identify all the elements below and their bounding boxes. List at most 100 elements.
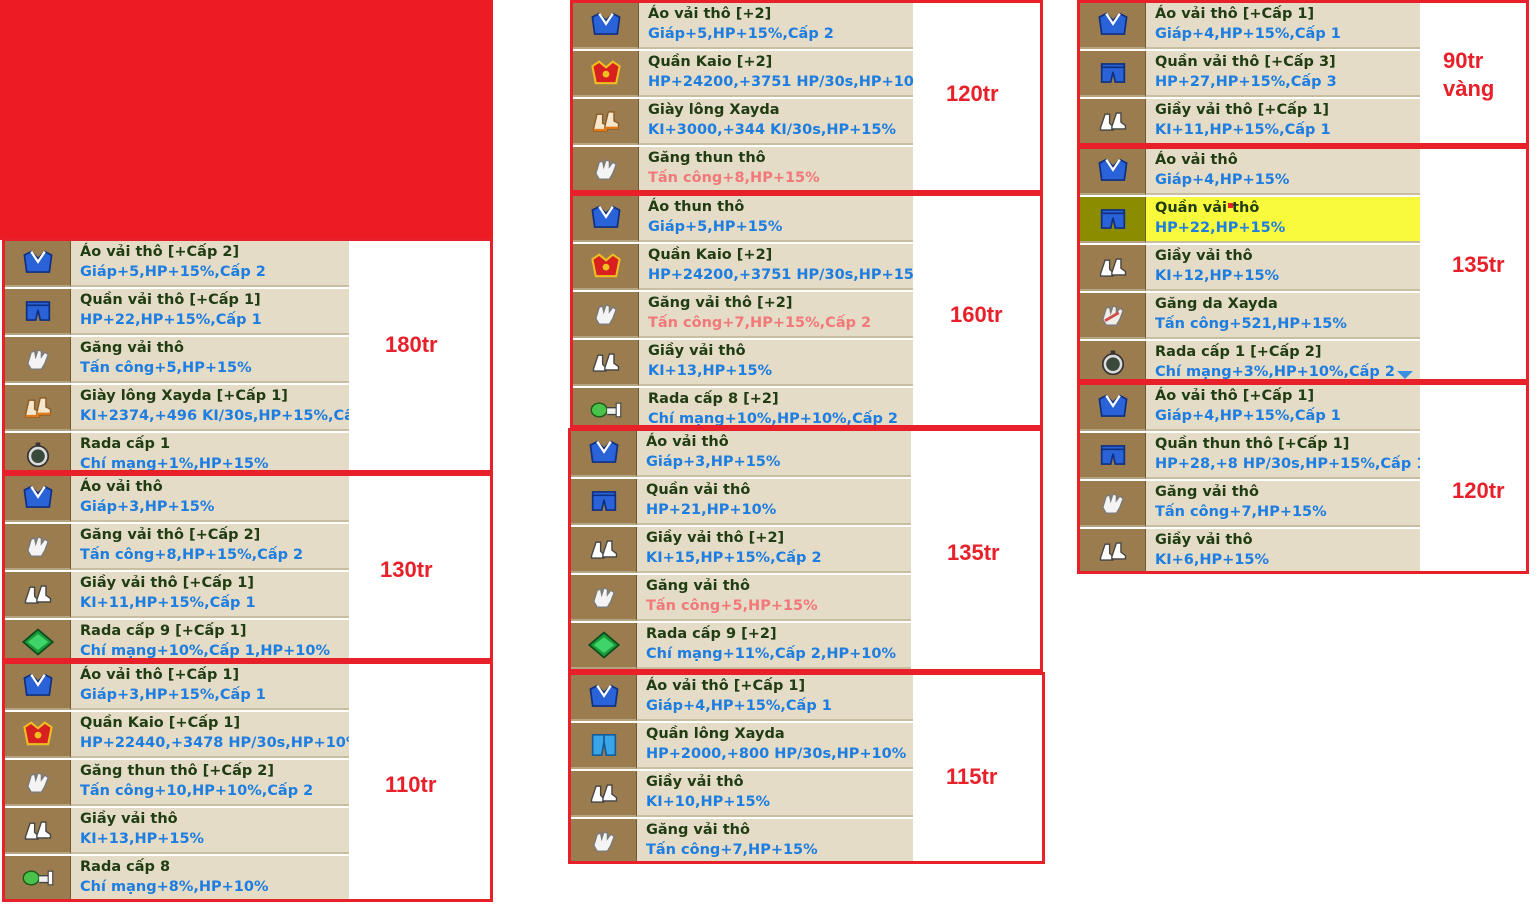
item-row[interactable]: Áo vải thô [+Cấp 1] Giáp+4,HP+15%,Cấp 1 bbox=[1080, 3, 1420, 49]
item-row[interactable]: Giầy vải thô KI+13,HP+15% bbox=[573, 340, 913, 386]
item-row[interactable]: Găng vải thô Tấn công+7,HP+15% bbox=[1080, 481, 1420, 527]
item-row[interactable]: Quần vải thô HP+21,HP+10% bbox=[571, 479, 911, 525]
item-row[interactable]: Giầy vải thô KI+10,HP+15% bbox=[571, 771, 913, 817]
item-text: Giầy vải thô [+Cấp 1] KI+11,HP+15%,Cấp 1 bbox=[1146, 99, 1420, 143]
item-text: Áo vải thô [+Cấp 1] Giáp+4,HP+15%,Cấp 1 bbox=[1146, 3, 1420, 49]
item-row[interactable]: Găng vải thô [+2] Tấn công+7,HP+15%,Cấp 2 bbox=[573, 292, 913, 338]
item-text: Áo vải thô Giáp+4,HP+15% bbox=[1146, 149, 1420, 195]
item-stats: Tấn công+7,HP+15% bbox=[1155, 504, 1327, 520]
item-row[interactable]: Quần vải thô [+Cấp 1] HP+22,HP+15%,Cấp 1 bbox=[5, 289, 349, 335]
item-row[interactable]: Quần vải thô HP+22,HP+15% bbox=[1080, 197, 1420, 243]
price-label: 160tr bbox=[950, 301, 1003, 329]
item-text: Quần Kaio [+Cấp 1] HP+22440,+3478 HP/30s,… bbox=[71, 712, 349, 758]
shirt-icon bbox=[571, 431, 637, 477]
item-row[interactable]: Quần Kaio [+2] HP+24200,+3751 HP/30s,HP+1… bbox=[573, 244, 913, 290]
item-row[interactable]: Áo vải thô [+Cấp 1] Giáp+4,HP+15%,Cấp 1 bbox=[571, 675, 913, 721]
item-stats: HP+22,HP+15%,Cấp 1 bbox=[80, 312, 262, 328]
item-text: Rada cấp 1 [+Cấp 2] Chí mạng+3%,HP+10%,Cấ… bbox=[1146, 341, 1420, 379]
item-row[interactable]: Găng thun thô [+Cấp 2] Tấn công+10,HP+10%… bbox=[5, 760, 349, 806]
item-name: Quần Kaio [+2] bbox=[648, 247, 773, 263]
item-row[interactable]: Giầy vải thô KI+6,HP+15% bbox=[1080, 529, 1420, 571]
item-name: Giầy vải thô [+Cấp 1] bbox=[80, 575, 255, 591]
bundle-box: Áo vải thô [+Cấp 1] Giáp+4,HP+15%,Cấp 1 Qu… bbox=[1077, 382, 1529, 574]
item-row[interactable]: Quần vải thô [+Cấp 3] HP+27,HP+15%,Cấp 3 bbox=[1080, 51, 1420, 97]
item-text: Găng vải thô Tấn công+7,HP+15% bbox=[1146, 481, 1420, 527]
item-name: Giầy vải thô [+Cấp 1] bbox=[1155, 102, 1330, 118]
shirt-icon bbox=[573, 196, 639, 242]
item-name: Giày lông Xayda [+Cấp 1] bbox=[80, 388, 288, 404]
bundle-box: Áo vải thô [+Cấp 2] Giáp+5,HP+15%,Cấp 2 Qu… bbox=[2, 238, 493, 473]
item-text: Rada cấp 9 [+Cấp 1] Chí mạng+10%,Cấp 1,HP… bbox=[71, 620, 349, 658]
item-text: Quần Kaio [+2] HP+24200,+3751 HP/30s,HP+1… bbox=[639, 244, 913, 290]
item-row[interactable]: Găng vải thô Tấn công+7,HP+15% bbox=[571, 819, 913, 861]
bundle-box: Áo vải thô Giáp+4,HP+15% Quần vải thô HP+22… bbox=[1077, 146, 1529, 382]
shirt-icon bbox=[1080, 149, 1146, 195]
item-row[interactable]: Găng thun thô Tấn công+8,HP+15% bbox=[573, 147, 913, 190]
item-row[interactable]: Găng da Xayda Tấn công+521,HP+15% bbox=[1080, 293, 1420, 339]
item-row[interactable]: Giầy vải thô [+Cấp 1] KI+11,HP+15%,Cấp 1 bbox=[1080, 99, 1420, 143]
item-row[interactable]: Rada cấp 1 [+Cấp 2] Chí mạng+3%,HP+10%,Cấ… bbox=[1080, 341, 1420, 379]
glove-icon bbox=[5, 524, 71, 570]
item-row[interactable]: Quần Kaio [+2] HP+24200,+3751 HP/30s,HP+1… bbox=[573, 51, 913, 97]
item-row[interactable]: Rada cấp 8 Chí mạng+8%,HP+10% bbox=[5, 856, 349, 899]
item-text: Găng vải thô Tấn công+5,HP+15% bbox=[71, 337, 349, 383]
item-stats: Chí mạng+8%,HP+10% bbox=[80, 879, 269, 895]
item-row[interactable]: Áo vải thô [+2] Giáp+5,HP+15%,Cấp 2 bbox=[573, 3, 913, 49]
item-row[interactable]: Áo vải thô [+Cấp 2] Giáp+5,HP+15%,Cấp 2 bbox=[5, 241, 349, 287]
item-row[interactable]: Áo vải thô Giáp+3,HP+15% bbox=[571, 431, 911, 477]
item-text: Rada cấp 9 [+2] Chí mạng+11%,Cấp 2,HP+10% bbox=[637, 623, 911, 669]
bundle-box: Áo vải thô [+2] Giáp+5,HP+15%,Cấp 2 Quần K… bbox=[570, 0, 1043, 193]
glove-icon bbox=[571, 819, 637, 861]
item-row[interactable]: Rada cấp 8 [+2] Chí mạng+10%,HP+10%,Cấp 2 bbox=[573, 388, 913, 425]
item-text: Áo vải thô [+Cấp 1] Giáp+3,HP+15%,Cấp 1 bbox=[71, 664, 349, 710]
price-label: 180tr bbox=[385, 331, 438, 359]
item-stats: Giáp+3,HP+15% bbox=[80, 499, 215, 515]
item-stats: Tấn công+7,HP+15%,Cấp 2 bbox=[648, 315, 872, 331]
item-name: Quần vải thô bbox=[646, 482, 751, 498]
item-name: Giày lông Xayda bbox=[648, 102, 780, 118]
item-row[interactable]: Găng vải thô Tấn công+5,HP+15% bbox=[571, 575, 911, 621]
item-stats: HP+22,HP+15% bbox=[1155, 220, 1286, 236]
item-row[interactable]: Găng vải thô Tấn công+5,HP+15% bbox=[5, 337, 349, 383]
item-row[interactable]: Rada cấp 9 [+2] Chí mạng+11%,Cấp 2,HP+10% bbox=[571, 623, 911, 669]
item-name: Áo vải thô [+Cấp 2] bbox=[80, 244, 240, 260]
price-currency: vàng bbox=[1443, 76, 1495, 101]
item-text: Rada cấp 1 Chí mạng+1%,HP+15% bbox=[71, 433, 349, 470]
item-row[interactable]: Rada cấp 9 [+Cấp 1] Chí mạng+10%,Cấp 1,HP… bbox=[5, 620, 349, 658]
item-name: Găng vải thô bbox=[1155, 484, 1259, 500]
scroll-down-arrow-icon[interactable] bbox=[1397, 371, 1413, 379]
shirt-icon bbox=[1080, 385, 1146, 431]
item-row[interactable]: Giầy vải thô KI+12,HP+15% bbox=[1080, 245, 1420, 291]
item-row[interactable]: Quần Kaio [+Cấp 1] HP+22440,+3478 HP/30s,… bbox=[5, 712, 349, 758]
item-row[interactable]: Rada cấp 1 Chí mạng+1%,HP+15% bbox=[5, 433, 349, 470]
item-row[interactable]: Giầy vải thô KI+13,HP+15% bbox=[5, 808, 349, 854]
item-row[interactable]: Găng vải thô [+Cấp 2] Tấn công+8,HP+15%,C… bbox=[5, 524, 349, 570]
item-text: Giầy vải thô [+2] KI+15,HP+15%,Cấp 2 bbox=[637, 527, 911, 573]
item-text: Áo vải thô [+2] Giáp+5,HP+15%,Cấp 2 bbox=[639, 3, 913, 49]
item-row[interactable]: Áo vải thô [+Cấp 1] Giáp+4,HP+15%,Cấp 1 bbox=[1080, 385, 1420, 431]
red-banner bbox=[0, 0, 493, 240]
item-text: Giầy vải thô KI+13,HP+15% bbox=[639, 340, 913, 386]
item-name: Rada cấp 9 [+2] bbox=[646, 626, 777, 642]
item-text: Áo thun thô Giáp+5,HP+15% bbox=[639, 196, 913, 242]
item-row[interactable]: Quần lông Xayda HP+2000,+800 HP/30s,HP+10… bbox=[571, 723, 913, 769]
item-row[interactable]: Giầy vải thô [+2] KI+15,HP+15%,Cấp 2 bbox=[571, 527, 911, 573]
item-name: Giầy vải thô bbox=[1155, 248, 1253, 264]
item-name: Áo vải thô [+Cấp 1] bbox=[1155, 6, 1315, 22]
item-row[interactable]: Áo vải thô Giáp+3,HP+15% bbox=[5, 476, 349, 522]
item-row[interactable]: Áo vải thô [+Cấp 1] Giáp+3,HP+15%,Cấp 1 bbox=[5, 664, 349, 710]
item-row[interactable]: Giày lông Xayda KI+3000,+344 KI/30s,HP+15… bbox=[573, 99, 913, 145]
xayda-boots-icon bbox=[5, 385, 71, 431]
item-row[interactable]: Áo thun thô Giáp+5,HP+15% bbox=[573, 196, 913, 242]
item-row[interactable]: Giày lông Xayda [+Cấp 1] KI+2374,+496 KI/… bbox=[5, 385, 349, 431]
price-value: 180tr bbox=[385, 332, 438, 357]
item-row[interactable]: Giầy vải thô [+Cấp 1] KI+11,HP+15%,Cấp 1 bbox=[5, 572, 349, 618]
price-label: 135tr bbox=[1452, 251, 1505, 279]
item-row[interactable]: Áo vải thô Giáp+4,HP+15% bbox=[1080, 149, 1420, 195]
item-row[interactable]: Quần thun thô [+Cấp 1] HP+28,+8 HP/30s,HP… bbox=[1080, 433, 1420, 479]
price-value: 120tr bbox=[946, 81, 999, 106]
item-stats: Tấn công+521,HP+15% bbox=[1155, 316, 1347, 332]
item-name: Găng vải thô bbox=[80, 340, 184, 356]
item-stats: Giáp+5,HP+15%,Cấp 2 bbox=[80, 264, 266, 280]
price-label: 115tr bbox=[946, 763, 997, 791]
